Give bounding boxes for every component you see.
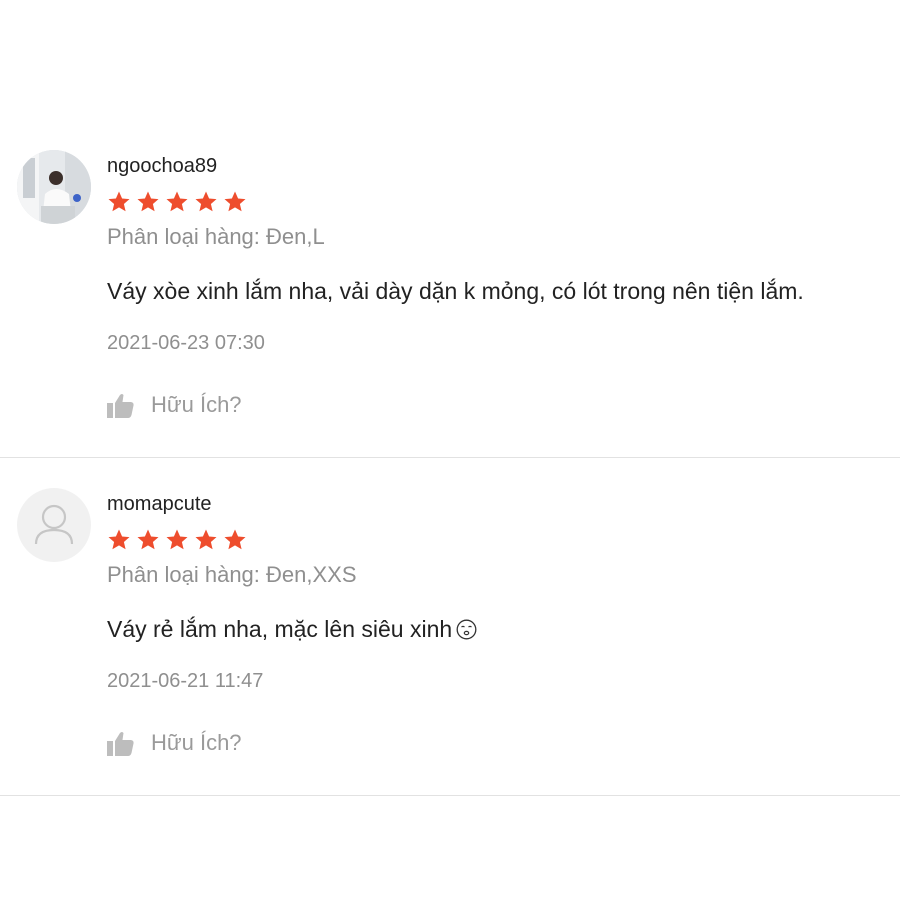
review-username[interactable]: ngoochoa89: [107, 155, 217, 178]
avatar[interactable]: [17, 488, 91, 562]
review-username[interactable]: momapcute: [107, 493, 212, 516]
review-content: ngoochoa89 Phân loại hàng: Đen,L Váy xòe…: [107, 120, 890, 457]
avatar[interactable]: [17, 150, 91, 224]
helpful-label: Hữu Ích?: [151, 392, 242, 417]
review-item: momapcute Phân loại hàng: Đen,XXS Váy rẻ…: [0, 458, 900, 796]
helpful-button[interactable]: Hữu Ích?: [107, 730, 242, 756]
star-icon: [108, 529, 130, 550]
review-date: 2021-06-21 11:47: [107, 670, 264, 692]
product-variation: Phân loại hàng: Đen,XXS: [107, 562, 357, 587]
star-icon: [137, 191, 159, 212]
thumbs-up-icon: [107, 731, 134, 756]
rating-stars: [107, 190, 247, 214]
review-comment-text: Váy rẻ lắm nha, mặc lên siêu xinh: [107, 616, 453, 642]
star-icon: [166, 191, 188, 212]
review-comment: Váy rẻ lắm nha, mặc lên siêu xinh: [107, 616, 477, 643]
star-icon: [137, 529, 159, 550]
thumbs-up-icon: [107, 393, 134, 418]
smiling-face-emoji-icon: [456, 619, 477, 640]
star-icon: [224, 191, 246, 212]
helpful-button[interactable]: Hữu Ích?: [107, 392, 242, 418]
helpful-label: Hữu Ích?: [151, 730, 242, 755]
user-photo-avatar-image: [17, 150, 91, 224]
rating-stars: [107, 528, 247, 552]
default-user-icon: [34, 504, 74, 545]
star-icon: [195, 191, 217, 212]
star-icon: [166, 529, 188, 550]
review-comment: Váy xòe xinh lắm nha, vải dày dặn k mỏng…: [107, 278, 804, 304]
star-icon: [195, 529, 217, 550]
review-date: 2021-06-23 07:30: [107, 332, 265, 354]
star-icon: [224, 529, 246, 550]
product-variation: Phân loại hàng: Đen,L: [107, 224, 325, 249]
review-item: ngoochoa89 Phân loại hàng: Đen,L Váy xòe…: [0, 120, 900, 458]
star-icon: [108, 191, 130, 212]
review-content: momapcute Phân loại hàng: Đen,XXS Váy rẻ…: [107, 458, 890, 795]
